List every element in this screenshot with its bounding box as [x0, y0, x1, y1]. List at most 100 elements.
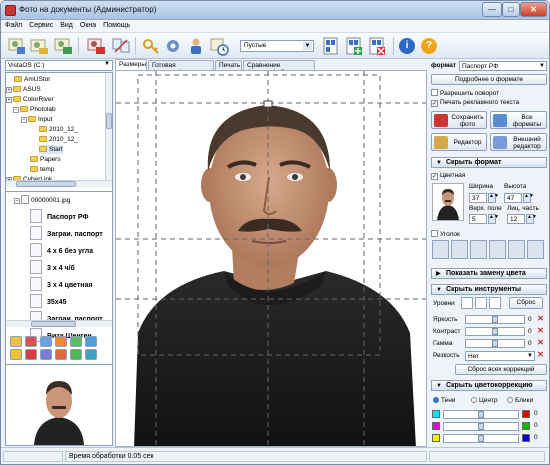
drive-select[interactable]: VistaOS (C:) ▼ [5, 60, 113, 71]
highlights-radio[interactable]: Блики [507, 397, 533, 404]
paste-icon[interactable] [40, 336, 52, 347]
help-button[interactable]: ? [421, 38, 437, 54]
hide-format-section[interactable]: ▼ Скрыть формат [431, 157, 547, 168]
gamma-reset-icon[interactable]: ✕ [537, 339, 544, 347]
minimize-button[interactable]: — [482, 2, 502, 17]
delete-sheet-button[interactable] [367, 36, 387, 56]
colored-checkbox[interactable]: ✓ Цветная [431, 172, 465, 180]
eyedropper-white-icon[interactable] [489, 297, 501, 309]
about-format-button[interactable]: Подробнее о формате [431, 74, 547, 85]
width-input[interactable]: 37 [469, 193, 487, 203]
key-button[interactable] [141, 36, 161, 56]
checkbox-checked-icon[interactable]: ✓ [431, 100, 438, 107]
format-item[interactable]: 35x45 [30, 294, 66, 308]
width-spinner[interactable]: ▲▼ [488, 193, 499, 203]
contrast-reset-icon[interactable]: ✕ [537, 327, 544, 335]
center-radio[interactable]: Центр [471, 397, 498, 404]
crop-handle[interactable] [263, 100, 273, 108]
edit-icon[interactable] [10, 349, 22, 360]
checkbox-checked-icon[interactable]: ✓ [431, 173, 438, 180]
tree-horizontal-scrollbar[interactable] [6, 180, 112, 187]
tree-item[interactable]: + ASUS [6, 85, 41, 94]
face-part-spinner[interactable]: ▲▼ [526, 214, 537, 224]
settings-button[interactable] [163, 36, 183, 56]
users-button[interactable] [186, 36, 206, 56]
close-button[interactable]: ✕ [520, 2, 547, 17]
menu-view[interactable]: Вид [56, 20, 76, 29]
top-margin-spinner[interactable]: ▲▼ [488, 214, 499, 224]
shadows-radio[interactable]: Тени [433, 397, 455, 404]
scrollbar-thumb[interactable] [31, 321, 76, 327]
open-photo-button[interactable] [6, 36, 26, 56]
hide-tools-section[interactable]: ▼ Скрыть инструменты [431, 284, 547, 295]
format-item[interactable]: Заграи. паспорт [30, 226, 103, 240]
height-input[interactable]: 47 [504, 193, 522, 203]
batch-button[interactable] [53, 36, 73, 56]
scrollbar-thumb[interactable] [16, 181, 76, 187]
head-pose-icon[interactable] [489, 240, 506, 259]
checkbox-icon[interactable] [431, 89, 438, 96]
format-item[interactable]: 3 x 4 цветная [30, 277, 92, 291]
compare-button[interactable] [111, 36, 131, 56]
format-select[interactable]: Паспорт РФ ▼ [459, 61, 547, 71]
format-item[interactable]: 3 x 4 ч/б [30, 260, 75, 274]
delete-icon[interactable] [25, 349, 37, 360]
refresh-icon[interactable] [70, 336, 82, 347]
scrollbar-thumb[interactable] [106, 113, 112, 129]
head-pose-icon[interactable] [451, 240, 468, 259]
schedule-button[interactable] [209, 36, 229, 56]
sheet-button[interactable] [321, 36, 341, 56]
tree-item[interactable]: temp [30, 165, 54, 174]
tree-item[interactable]: − Input [21, 115, 52, 124]
eyedropper-icon[interactable] [475, 297, 487, 309]
tree-item-selected[interactable]: Start [39, 145, 63, 154]
menu-windows[interactable]: Окна [76, 20, 99, 29]
editor-button[interactable]: Редактор [431, 133, 487, 151]
copy-icon[interactable] [10, 336, 22, 347]
color-correction-section[interactable]: ▼ Скрыть цветокоррекцию [431, 380, 547, 391]
slider-knob[interactable] [478, 423, 484, 430]
tab-final-photo[interactable]: Готовая фотография [148, 60, 214, 76]
save-button[interactable] [86, 36, 106, 56]
corner-checkbox[interactable]: Уголок [431, 230, 460, 238]
ext-editor-button[interactable]: Внешний редактор [490, 133, 547, 151]
magenta-green-slider[interactable] [443, 422, 519, 431]
tree-item[interactable]: 2010_12_ [39, 125, 78, 134]
checkbox-icon[interactable] [431, 230, 438, 237]
yellow-blue-slider[interactable] [443, 434, 519, 443]
brightness-reset-icon[interactable]: ✕ [537, 315, 544, 323]
open-folder-button[interactable] [29, 36, 49, 56]
collapse-icon[interactable]: − [13, 107, 19, 113]
expand-icon[interactable]: + [6, 97, 12, 103]
cut-icon[interactable] [25, 336, 37, 347]
gamma-slider[interactable] [465, 339, 525, 348]
import-icon[interactable] [85, 349, 97, 360]
sharpness-select[interactable]: Нет ▼ [465, 351, 535, 361]
slider-knob[interactable] [478, 411, 484, 418]
add-sheet-button[interactable] [344, 36, 364, 56]
export-icon[interactable] [85, 336, 97, 347]
contrast-slider[interactable] [465, 327, 525, 336]
pointer-icon[interactable] [461, 297, 473, 309]
move-icon[interactable] [40, 349, 52, 360]
format-root[interactable]: − 00000001.jpg [14, 195, 70, 205]
allow-rotate-checkbox[interactable]: Разрешить поворот [431, 89, 499, 97]
slider-knob[interactable] [492, 340, 498, 347]
slider-knob[interactable] [492, 328, 498, 335]
head-pose-icon[interactable] [527, 240, 544, 259]
menu-help[interactable]: Помощь [99, 20, 133, 29]
radio-icon[interactable] [471, 397, 477, 403]
collapse-icon[interactable]: − [14, 198, 20, 204]
brightness-slider[interactable] [465, 315, 525, 324]
all-formats-button[interactable]: Все форматы [490, 111, 547, 129]
format-item[interactable]: 4 x 6 без угла [30, 243, 93, 257]
radio-icon[interactable] [507, 397, 513, 403]
slider-knob[interactable] [492, 316, 498, 323]
slider-knob[interactable] [478, 435, 484, 442]
print-icon[interactable] [55, 336, 67, 347]
reset-all-button[interactable]: Сброс всех коррекций [455, 364, 547, 375]
head-pose-icon[interactable] [432, 240, 449, 259]
tab-sizes[interactable]: Размеры [115, 59, 147, 70]
top-margin-input[interactable]: 5 [469, 214, 487, 224]
color-replace-section[interactable]: ▶ Показать замену цвета [431, 268, 547, 279]
